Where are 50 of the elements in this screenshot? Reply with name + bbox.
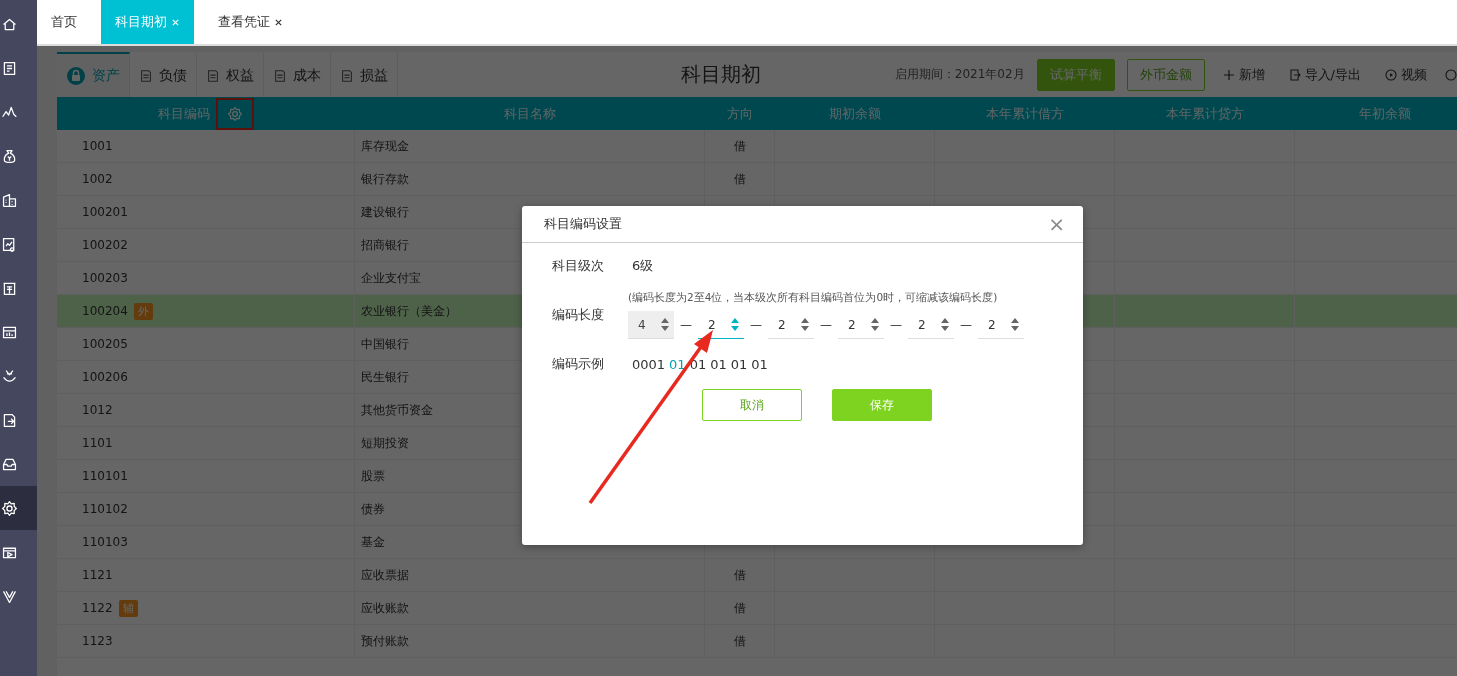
account-name: 债券: [361, 500, 385, 518]
account-code: 100203: [82, 271, 128, 285]
account-name: 银行存款: [361, 170, 409, 188]
account-name: 应收票据: [361, 566, 409, 584]
tag: 辅: [118, 599, 138, 617]
column-header: 本年累计借方: [986, 104, 1064, 123]
account-code: 1121: [82, 568, 113, 582]
account-name: 企业支付宝: [361, 269, 421, 287]
account-code: 100206: [82, 370, 128, 384]
account-name: 库存现金: [361, 137, 409, 155]
period-label: 启用期间：2021年02月: [894, 66, 1025, 83]
account-name: 预付账款: [361, 632, 409, 650]
account-name: 基金: [361, 533, 385, 551]
direction: 借: [733, 566, 746, 584]
account-name: 股票: [361, 467, 385, 485]
account-code: 100202: [82, 238, 128, 252]
account-code: 110103: [82, 535, 128, 549]
tag: 外: [133, 302, 153, 320]
column-header: 年初余额: [1359, 104, 1411, 123]
direction: 借: [733, 170, 746, 188]
account-code: 1012: [82, 403, 113, 417]
account-name: 中国银行: [361, 335, 409, 353]
column-header: 科目编码: [158, 104, 210, 123]
account-name: 短期投资: [361, 434, 409, 452]
account-code: 1001: [82, 139, 113, 153]
account-name: 其他货币资金: [361, 401, 433, 419]
column-header: 本年累计贷方: [1166, 104, 1244, 123]
account-name: 农业银行（美金）: [361, 302, 457, 320]
account-code: 110101: [82, 469, 128, 483]
account-name: 民生银行: [361, 368, 409, 386]
account-code: 1002: [82, 172, 113, 186]
account-code: 110102: [82, 502, 128, 516]
account-code: 100204: [82, 304, 128, 318]
account-code: 1101: [82, 436, 113, 450]
column-header: 方向: [727, 104, 753, 123]
hint-text: (编码长度为2至4位，当本级次所有科目编码首位为0时，可缩减该编码长度): [628, 291, 999, 305]
page-title: 科目期初: [680, 61, 763, 88]
account-code: 100205: [82, 337, 128, 351]
direction: 借: [733, 137, 746, 155]
direction: 借: [733, 599, 746, 617]
account-name: 建设银行: [361, 203, 409, 221]
account-name: 招商银行: [361, 236, 409, 254]
account-name: 应收账款: [361, 599, 409, 617]
field-label: 编码长度: [552, 306, 605, 324]
direction: 借: [733, 632, 746, 650]
account-code: 100201: [82, 205, 128, 219]
column-header: 期初余额: [829, 104, 881, 123]
account-code: 1123: [82, 634, 113, 648]
account-code: 1122: [82, 601, 113, 615]
column-header: 科目名称: [504, 104, 556, 123]
